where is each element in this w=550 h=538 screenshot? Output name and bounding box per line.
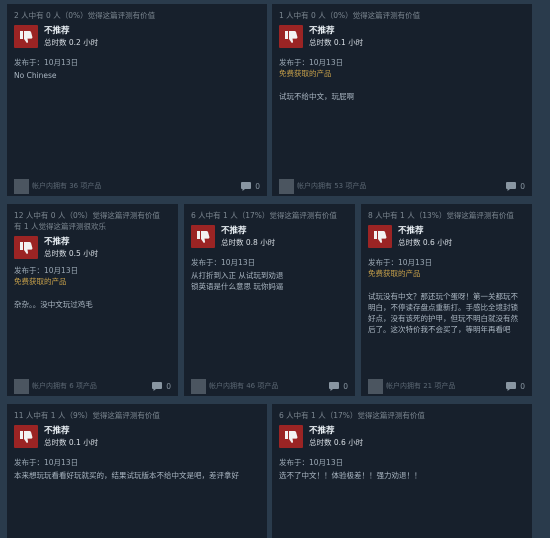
avatar[interactable]: [279, 178, 294, 194]
review-card[interactable]: 12 人中有 0 人（0%）觉得这篇评测有价值 有 1 人觉得这篇评测很欢乐 不…: [7, 204, 178, 396]
verdict-title: 不推荐: [221, 226, 247, 236]
review-footer: 帐户内拥有 21 项产品 0: [361, 376, 532, 396]
verdict-row: 不推荐 总时数 0.1 小时: [14, 425, 260, 448]
comment-button[interactable]: 0: [506, 181, 525, 191]
review-text: 从打折到入正 从试玩到劝退 锁英语是什么意思 玩你妈逼: [191, 271, 284, 291]
review-footer: 帐户内拥有 36 项产品 0: [7, 176, 267, 196]
products-owned: 帐户内拥有 46 项产品: [209, 382, 279, 390]
helpful-count: 8 人中有 1 人（13%）觉得这篇评测有价值: [368, 211, 514, 220]
comment-count: 0: [343, 381, 348, 391]
avatar[interactable]: [14, 378, 29, 394]
verdict-title: 不推荐: [44, 237, 70, 247]
helpful-count: 11 人中有 1 人（9%）觉得这篇评测有价值: [14, 411, 160, 420]
avatar[interactable]: [14, 178, 29, 194]
thumbs-down-icon: [191, 225, 215, 248]
comment-button[interactable]: 0: [241, 181, 260, 191]
hours-played: 总时数 0.1 小时: [309, 38, 364, 47]
posted-date: 发布于：10月13日: [279, 58, 344, 67]
verdict-row: 不推荐 总时数 0.1 小时: [279, 25, 525, 48]
review-text: 杂杂。。没中文玩过鸡毛: [14, 300, 93, 309]
comment-button[interactable]: 0: [506, 381, 525, 391]
helpful-count: 6 人中有 1 人（17%）觉得这篇评测有价值: [279, 411, 425, 420]
comment-icon: [152, 381, 163, 391]
comment-button[interactable]: 0: [329, 381, 348, 391]
comment-icon: [329, 381, 340, 391]
verdict-title: 不推荐: [309, 26, 335, 36]
review-footer: 帐户内拥有 46 项产品 0: [184, 376, 355, 396]
comment-count: 0: [166, 381, 171, 391]
helpful-count: 6 人中有 1 人（17%）觉得这篇评测有价值: [191, 211, 337, 220]
posted-date: 发布于：10月13日: [14, 266, 79, 275]
comment-icon: [506, 381, 517, 391]
review-card[interactable]: 2 人中有 0 人（0%）觉得这篇评测有价值 不推荐 总时数 0.2 小时 发布…: [7, 4, 267, 196]
thumbs-down-icon: [14, 425, 38, 448]
comment-count: 0: [520, 181, 525, 191]
posted-date: 发布于：10月13日: [368, 258, 433, 267]
helpful-count: 2 人中有 0 人（0%）觉得这篇评测有价值: [14, 11, 156, 20]
avatar[interactable]: [191, 378, 206, 394]
thumbs-down-icon: [279, 25, 303, 48]
comment-count: 0: [255, 181, 260, 191]
verdict-title: 不推荐: [398, 226, 424, 236]
thumbs-down-icon: [368, 225, 392, 248]
thumbs-down-icon: [14, 236, 38, 259]
verdict-row: 不推荐 总时数 0.6 小时: [279, 425, 525, 448]
free-product-label: 免费获取的产品: [14, 277, 67, 286]
review-card[interactable]: 11 人中有 1 人（9%）觉得这篇评测有价值 不推荐 总时数 0.1 小时 发…: [7, 404, 267, 538]
posted-date: 发布于：10月13日: [279, 458, 344, 467]
review-footer: 帐户内拥有 6 项产品 0: [7, 376, 178, 396]
avatar[interactable]: [368, 378, 383, 394]
review-text: 试玩没有中文？那还玩个蛋呀！第一关都玩不明白，不停读存盘点重新打。手感比全境封锁…: [368, 292, 518, 334]
review-card[interactable]: 8 人中有 1 人（13%）觉得这篇评测有价值 不推荐 总时数 0.6 小时 发…: [361, 204, 532, 396]
review-card[interactable]: 1 人中有 0 人（0%）觉得这篇评测有价值 不推荐 总时数 0.1 小时 发布…: [272, 4, 532, 196]
hours-played: 总时数 0.5 小时: [44, 249, 99, 258]
products-owned: 帐户内拥有 53 项产品: [297, 182, 367, 190]
comment-count: 0: [520, 381, 525, 391]
review-text: No Chinese: [14, 71, 57, 80]
verdict-title: 不推荐: [309, 426, 335, 436]
free-product-label: 免费获取的产品: [368, 269, 421, 278]
posted-date: 发布于：10月13日: [191, 258, 256, 267]
products-owned: 帐户内拥有 36 项产品: [32, 182, 102, 190]
verdict-row: 不推荐 总时数 0.8 小时: [191, 225, 348, 248]
review-text: 试玩不给中文，玩屁啊: [279, 92, 354, 101]
verdict-row: 不推荐 总时数 0.5 小时: [14, 236, 171, 259]
helpful-count: 1 人中有 0 人（0%）觉得这篇评测有价值: [279, 11, 421, 20]
hours-played: 总时数 0.8 小时: [221, 238, 276, 247]
comment-button[interactable]: 0: [152, 381, 171, 391]
posted-date: 发布于：10月13日: [14, 58, 79, 67]
funny-count: 有 1 人觉得这篇评测很欢乐: [14, 222, 107, 231]
free-product-label: 免费获取的产品: [279, 69, 332, 78]
thumbs-down-icon: [279, 425, 303, 448]
products-owned: 帐户内拥有 6 项产品: [32, 382, 97, 390]
verdict-row: 不推荐 总时数 0.6 小时: [368, 225, 525, 248]
verdict-row: 不推荐 总时数 0.2 小时: [14, 25, 260, 48]
comment-icon: [506, 181, 517, 191]
hours-played: 总时数 0.1 小时: [44, 438, 99, 447]
products-owned: 帐户内拥有 21 项产品: [386, 382, 456, 390]
hours-played: 总时数 0.2 小时: [44, 38, 99, 47]
review-card[interactable]: 6 人中有 1 人（17%）觉得这篇评测有价值 不推荐 总时数 0.8 小时 发…: [184, 204, 355, 396]
review-card[interactable]: 6 人中有 1 人（17%）觉得这篇评测有价值 不推荐 总时数 0.6 小时 发…: [272, 404, 532, 538]
verdict-title: 不推荐: [44, 426, 70, 436]
posted-date: 发布于：10月13日: [14, 458, 79, 467]
hours-played: 总时数 0.6 小时: [398, 238, 453, 247]
helpful-count: 12 人中有 0 人（0%）觉得这篇评测有价值: [14, 211, 160, 220]
verdict-title: 不推荐: [44, 26, 70, 36]
review-text: 选不了中文！！体验极差！！强力劝退！！: [279, 471, 422, 480]
comment-icon: [241, 181, 252, 191]
review-footer: 帐户内拥有 53 项产品 0: [272, 176, 532, 196]
thumbs-down-icon: [14, 25, 38, 48]
hours-played: 总时数 0.6 小时: [309, 438, 364, 447]
review-text: 本来想玩玩看看好玩就买的，结果试玩版本不给中文是吧，差评拿好: [14, 471, 239, 480]
